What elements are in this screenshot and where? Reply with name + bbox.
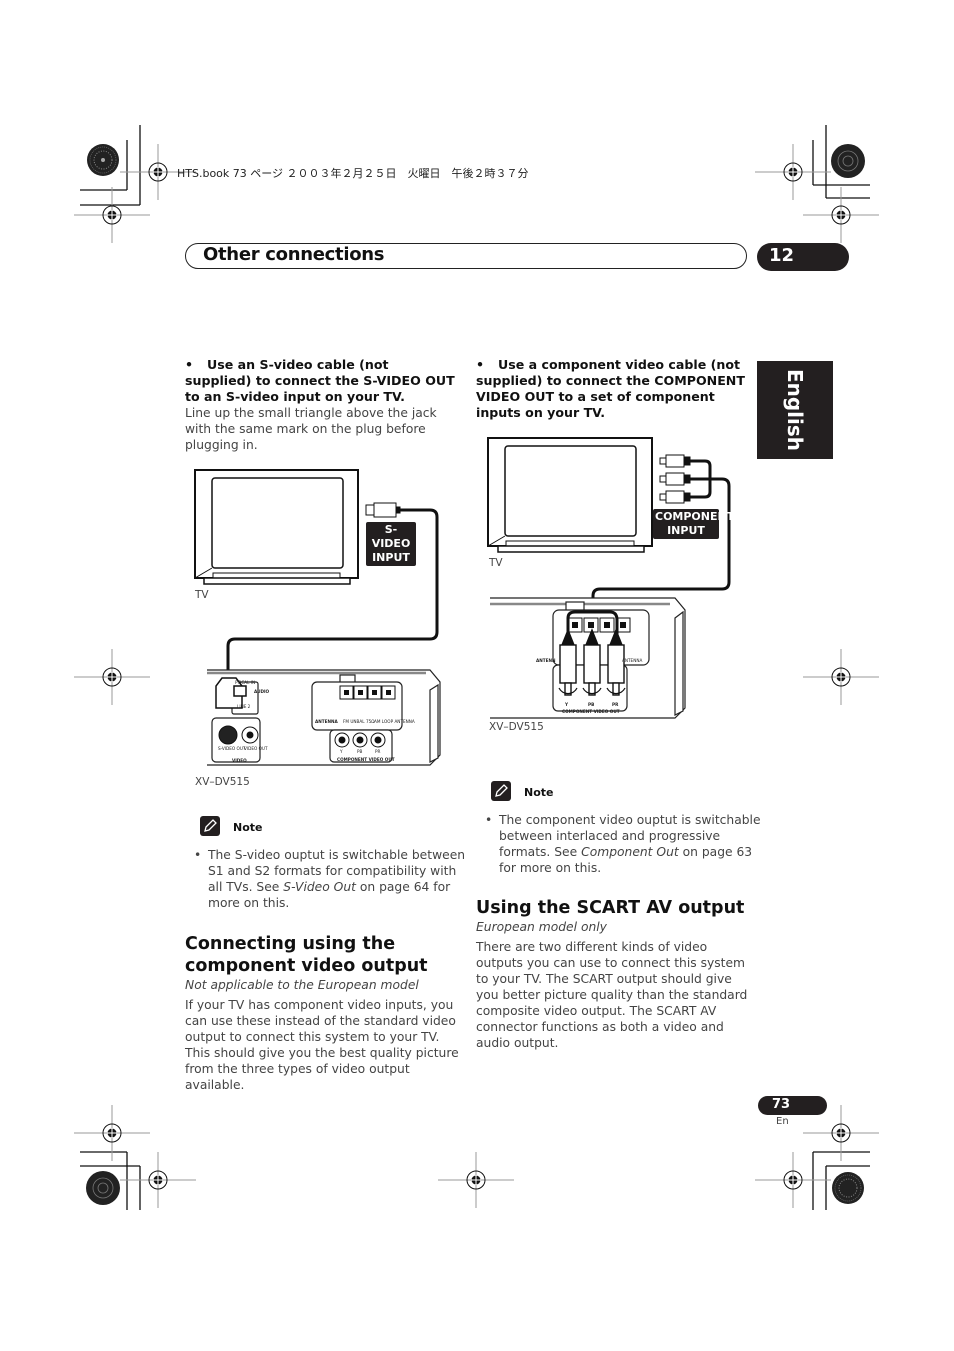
- rca-plugs-inserted: [559, 628, 625, 696]
- color-target-top-left-icon: [87, 144, 119, 176]
- left-note-text: • The S-video ouptut is switchable betwee…: [194, 847, 470, 911]
- registration-mark-icon: [74, 649, 150, 705]
- bullet: •: [485, 813, 493, 827]
- right-step-bold: Use a component video cable (not supplie…: [476, 357, 745, 420]
- label-pr: PR: [612, 702, 619, 707]
- component-jacks: [334, 732, 386, 748]
- component-input-label-line1: COMPONENT: [655, 510, 735, 523]
- note-reference-component-out: Component Out: [581, 845, 679, 859]
- registration-mark-icon: [120, 1152, 196, 1208]
- right-step: • Use a component video cable (not suppli…: [476, 357, 746, 421]
- tv-illustration: [487, 437, 653, 553]
- print-header-text: HTS.book 73 ページ ２００３年２月２５日 火曜日 午後２時３７分: [177, 167, 529, 180]
- component-input-label: COMPONENT INPUT: [653, 509, 735, 539]
- language-tab-label-wrap: English: [757, 361, 833, 459]
- label-pr: PR: [375, 749, 381, 754]
- color-target-top-right-icon: [831, 144, 865, 178]
- device-label-left: XV–DV515: [195, 776, 250, 788]
- page-number: 73: [772, 1097, 791, 1112]
- note-reference-svideo-out: S-Video Out: [283, 880, 356, 894]
- registration-mark-icon: [438, 1152, 514, 1208]
- left-step-instruction: • Use an S-video cable (not supplied) to …: [185, 357, 455, 405]
- note-pencil-icon: [200, 816, 220, 836]
- label-line2: LINE 2: [237, 704, 251, 709]
- svideo-input-label: S-VIDEO INPUT: [366, 522, 416, 566]
- note-label-left: Note: [233, 821, 263, 834]
- label-fm: FM UNBAL 75Ω: [343, 719, 375, 724]
- left-step-body: Line up the small triangle above the jac…: [185, 406, 437, 452]
- registration-mark-icon: [755, 1152, 831, 1208]
- label-component-video-out: COMPONENT VIDEO OUT: [337, 757, 395, 762]
- rca-plugs-tv-icon: [659, 454, 691, 504]
- section-heading-component: Connecting using the component video out…: [185, 934, 428, 976]
- label-video-out: VIDEO OUT: [244, 746, 268, 751]
- svideo-plug-icon: [365, 502, 401, 518]
- tv-illustration: [194, 469, 359, 585]
- component-input-label-line2: INPUT: [667, 524, 705, 537]
- svideo-connection-diagram: PTICAL IN AUDIO LINE 2 S-VIDEO OUT VIDEO…: [194, 469, 441, 766]
- page-language: En: [776, 1116, 789, 1127]
- bullet: •: [194, 848, 202, 862]
- label-antenna-right: ANTENNA: [622, 658, 642, 663]
- section-subtitle-scart: European model only: [476, 920, 607, 934]
- color-target-bottom-right-icon: [832, 1172, 864, 1204]
- left-step-bold: Use an S-video cable (not supplied) to c…: [185, 357, 455, 404]
- left-step: • Use an S-video cable (not supplied) to …: [185, 357, 455, 453]
- label-video: VIDEO: [232, 758, 247, 763]
- device-label-right: XV–DV515: [489, 721, 544, 733]
- label-pb: PB: [357, 749, 363, 754]
- section-body-scart: There are two different kinds of video o…: [476, 940, 748, 1050]
- tv-label-left: TV: [195, 589, 209, 601]
- antenna-terminals: [339, 685, 396, 700]
- tv-label-right: TV: [489, 557, 503, 569]
- label-component-video-out: COMPONENT VIDEO OUT: [562, 709, 620, 714]
- svideo-input-label-line2: INPUT: [372, 551, 410, 564]
- note-pencil-icon: [491, 781, 511, 801]
- label-svideo-out: S-VIDEO OUT: [218, 746, 246, 751]
- right-step-instruction: • Use a component video cable (not suppli…: [476, 357, 746, 421]
- label-pb: PB: [588, 702, 594, 707]
- left-section: Connecting using the component video out…: [185, 933, 460, 1093]
- label-y: Y: [339, 749, 343, 754]
- right-note-text: • The component video ouptut is switchabl…: [485, 812, 761, 876]
- registration-mark-icon: [74, 187, 150, 243]
- bullet: •: [185, 357, 194, 372]
- label-audio: AUDIO: [254, 689, 270, 694]
- chapter-number: 12: [769, 245, 795, 266]
- label-antenna: ANTENNA: [315, 719, 338, 724]
- bullet: •: [476, 357, 485, 372]
- color-target-bottom-left-icon: [86, 1171, 120, 1205]
- page-number-badge: [758, 1096, 827, 1115]
- right-section: Using the SCART AV output European model…: [476, 897, 748, 1051]
- note-label-right: Note: [524, 786, 554, 799]
- section-heading-scart: Using the SCART AV output: [476, 898, 745, 918]
- language-tab-label: English: [783, 368, 808, 452]
- section-subtitle-component: Not applicable to the European model: [185, 978, 419, 992]
- component-connection-diagram: ANTENN ANTENNA Y PB PR COMPONENT VIDEO O…: [487, 437, 731, 719]
- registration-mark-icon: [803, 187, 879, 243]
- registration-mark-icon: [755, 144, 831, 200]
- registration-mark-icon: [803, 649, 879, 705]
- label-am: AM LOOP ANTENNA: [374, 719, 415, 724]
- section-body-component: If your TV has component video inputs, y…: [185, 998, 459, 1092]
- printer-marks: [74, 125, 879, 1210]
- label-optical-in: PTICAL IN: [235, 680, 255, 685]
- svideo-input-label-line1: S-VIDEO: [371, 523, 411, 550]
- label-antenna-left: ANTENN: [536, 658, 556, 663]
- chapter-title: Other connections: [203, 244, 385, 265]
